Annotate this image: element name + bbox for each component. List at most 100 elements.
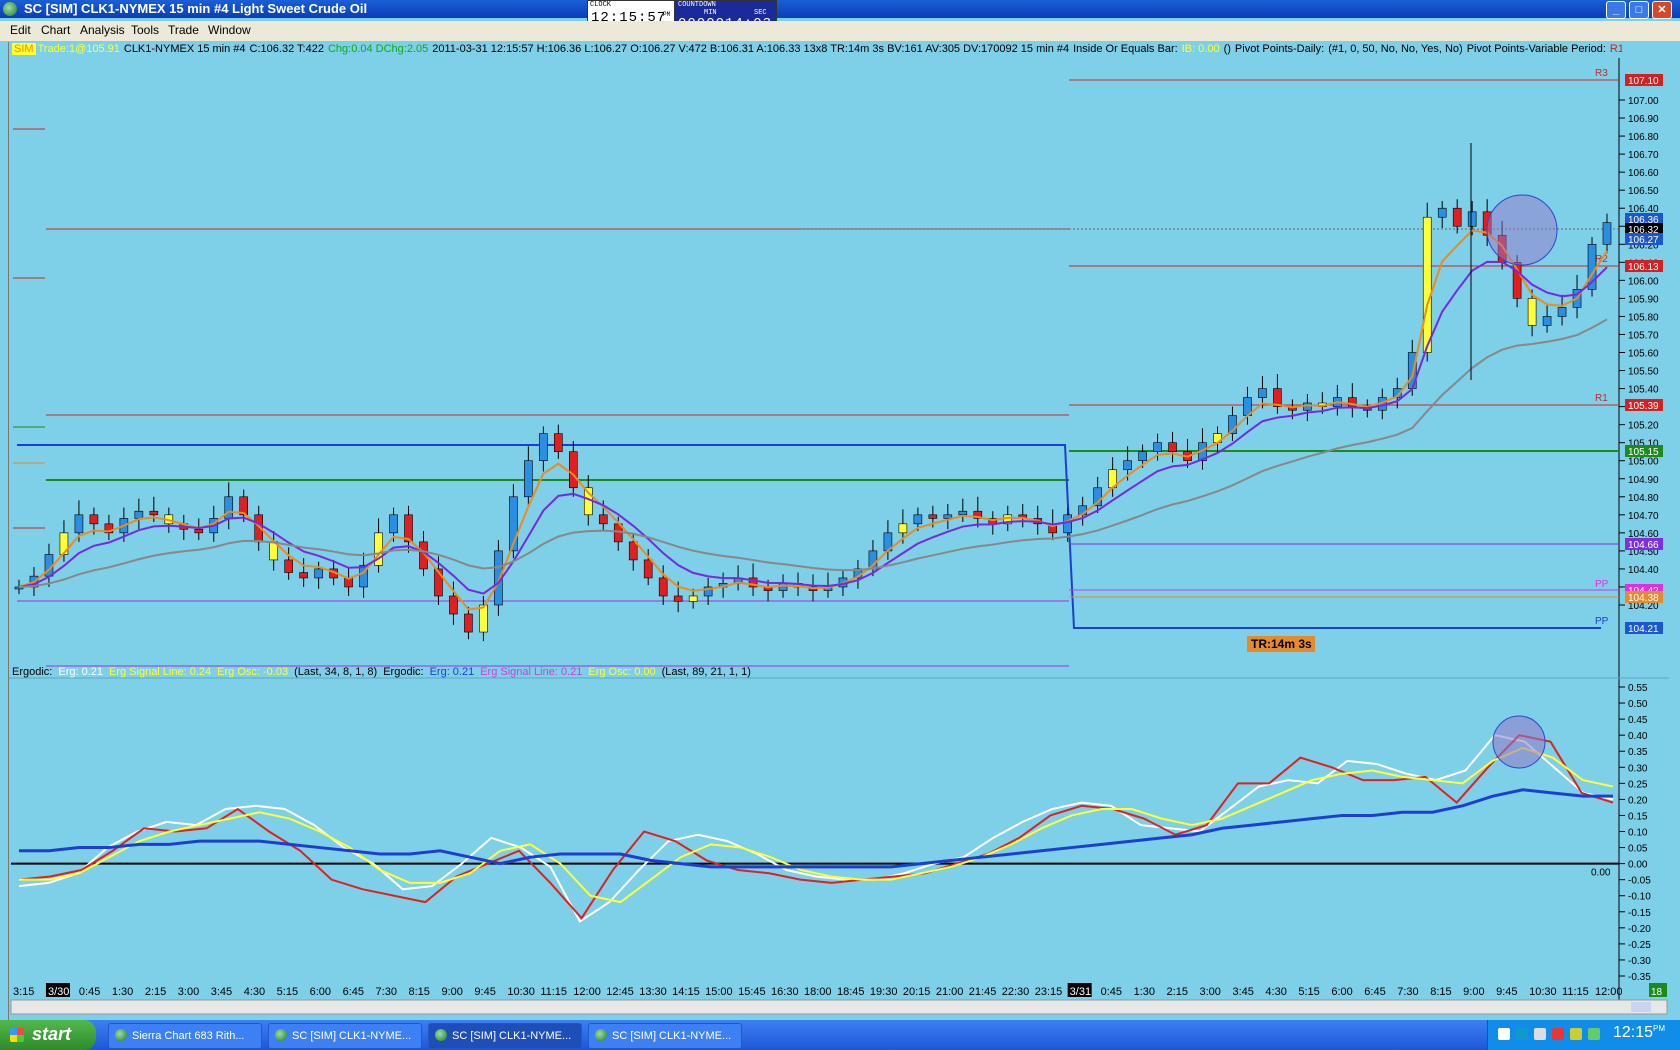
candle: [89, 514, 99, 525]
candle: [539, 433, 548, 462]
taskbar-item-chart-3[interactable]: SC [SIM] CLK1-NYME...: [588, 1023, 742, 1049]
menu-trade[interactable]: Trade: [168, 23, 199, 37]
taskbar-item-label: SC [SIM] CLK1-NYME...: [612, 1030, 732, 1042]
time-label: 18:00: [804, 986, 832, 998]
osc-tick-label: 0.45: [1628, 715, 1648, 726]
taskbar-item-chart-2[interactable]: SC [SIM] CLK1-NYME...: [428, 1023, 582, 1049]
close-button[interactable]: ✕: [1652, 1, 1672, 19]
help-icon[interactable]: [1498, 1028, 1510, 1040]
osc-tick-label: 0.25: [1628, 779, 1648, 790]
candle: [1452, 207, 1462, 227]
pivots-variable-label: Pivot Points-Variable Period:: [1466, 43, 1606, 55]
network-icon[interactable]: [1516, 1028, 1528, 1040]
inside-bar-params: (): [1223, 43, 1231, 55]
candle: [449, 595, 458, 615]
time-label: 6:45: [1364, 986, 1385, 998]
price-tag-label: 105.39: [1628, 401, 1659, 412]
menu-chart[interactable]: Chart: [41, 23, 70, 37]
sim-badge: SIM: [12, 43, 36, 55]
price-tick-label: 105.40: [1628, 385, 1659, 396]
candle: [464, 613, 473, 633]
candle: [224, 496, 234, 519]
price-tick-label: 104.70: [1628, 511, 1659, 522]
osc-tick-label: -0.20: [1628, 924, 1651, 935]
taskbar-item-sierra[interactable]: Sierra Chart 683 Rith...: [108, 1023, 262, 1049]
candle: [479, 604, 488, 633]
osc-line-red: [18, 734, 1614, 920]
countdown-label: COUNTDOWN: [678, 1, 716, 9]
ergodic2-label: Ergodic:: [383, 666, 424, 678]
time-label: 9:00: [441, 986, 462, 998]
price-tick-label: 106.80: [1628, 132, 1659, 143]
start-label: start: [32, 1024, 72, 1044]
candle: [1527, 298, 1537, 326]
chart-window[interactable]: R3 R2 R1 PP PP 107.00 106.90 106.80 106.70 106.60…: [8, 42, 1669, 1024]
inside-bar-label: Inside Or Equals Bar:: [1073, 43, 1178, 55]
osc-zero-tag: 0.00: [1591, 868, 1611, 879]
time-label: 15:00: [705, 986, 733, 998]
time-label: 3:00: [178, 986, 199, 998]
time-label: 3:00: [1200, 986, 1221, 998]
price-tick-label: 105.20: [1628, 421, 1659, 432]
osc-tick-label: -0.05: [1628, 876, 1651, 887]
chart-canvas[interactable]: R3R2R1PPPP107.00106.90106.80106.70106.60…: [9, 42, 1669, 1024]
taskbar-item-label: SC [SIM] CLK1-NYME...: [292, 1030, 412, 1042]
candle: [389, 514, 398, 534]
menu-edit[interactable]: Edit: [10, 23, 31, 37]
price-tick-label: 107.00: [1628, 96, 1659, 107]
time-label: 4:30: [244, 986, 265, 998]
osc-highlight-circle: [1492, 715, 1546, 769]
time-label: 10:30: [1529, 986, 1557, 998]
price-tick-label: 105.80: [1628, 312, 1659, 323]
time-label: 3/31: [1070, 986, 1091, 998]
time-label: 21:45: [969, 986, 997, 998]
highlight-circle: [1486, 194, 1558, 266]
time-label: 6:00: [1331, 986, 1352, 998]
security-icon[interactable]: [1552, 1028, 1564, 1040]
scrollbar-thumb: [1631, 1002, 1651, 1012]
time-label: 22:30: [1002, 986, 1030, 998]
time-label: 0:45: [1101, 986, 1122, 998]
time-label: 12:45: [606, 986, 634, 998]
app-icon: [115, 1029, 127, 1041]
time-label: 7:30: [376, 986, 397, 998]
pivots-daily-params: (#1, 0, 50, No, No, Yes, No): [1328, 43, 1463, 55]
menu-window[interactable]: Window: [208, 23, 251, 37]
candle: [149, 510, 159, 516]
candle: [1138, 451, 1147, 462]
windows-flag-icon: [10, 1028, 24, 1042]
app-icon: [275, 1029, 287, 1041]
tray-app-icon[interactable]: [1588, 1028, 1600, 1040]
window-title: SC [SIM] CLK1-NYMEX 15 min #4 Light Swee…: [24, 1, 368, 16]
candle: [74, 514, 84, 534]
pivot-pp-label: PP: [1595, 616, 1609, 627]
time-label: 14:15: [672, 986, 700, 998]
candle: [569, 451, 578, 489]
maximize-button[interactable]: □: [1629, 1, 1649, 19]
time-label: 8:15: [1430, 986, 1451, 998]
minimize-button[interactable]: _: [1606, 1, 1626, 19]
start-button[interactable]: start: [0, 1020, 96, 1050]
menu-tools[interactable]: Tools: [131, 23, 159, 37]
ergodic1-osc: Erg Osc: -0.03: [217, 666, 289, 678]
taskbar-clock: 12:15PM: [1613, 1024, 1665, 1042]
candle: [943, 514, 953, 519]
clock-label: CLOCK: [590, 1, 612, 9]
candle: [1602, 222, 1612, 245]
time-label: 13:30: [639, 986, 667, 998]
menu-analysis[interactable]: Analysis: [80, 23, 125, 37]
candle: [1437, 207, 1447, 218]
time-label: 5:15: [277, 986, 298, 998]
candle: [194, 528, 204, 534]
candle: [314, 568, 323, 579]
trade-info: Trade:1@105.91: [37, 43, 120, 55]
osc-tick-label: 0.50: [1628, 699, 1648, 710]
volume-icon[interactable]: [1570, 1028, 1582, 1040]
candle: [778, 583, 788, 591]
taskbar-item-chart-1[interactable]: SC [SIM] CLK1-NYME...: [268, 1023, 422, 1049]
time-label: 3:45: [1232, 986, 1253, 998]
price-tick-label: 105.00: [1628, 457, 1659, 468]
time-label: 8:15: [409, 986, 430, 998]
printer-icon[interactable]: [1534, 1028, 1546, 1040]
osc-tick-label: -0.15: [1628, 908, 1651, 919]
